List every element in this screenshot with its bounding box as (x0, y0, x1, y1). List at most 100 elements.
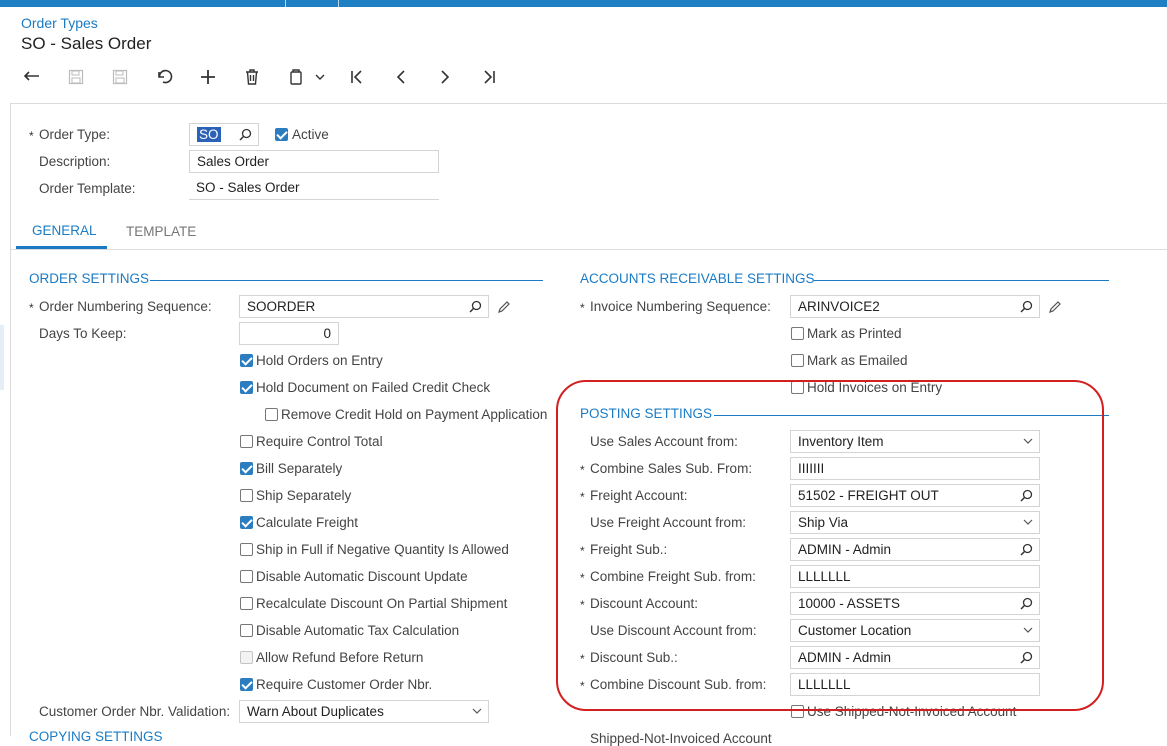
use-shipped-not-invoiced-label: Use Shipped-Not-Invoiced Account (807, 704, 1017, 719)
add-icon (201, 70, 215, 84)
required-marker: * (580, 490, 585, 504)
active-checkbox[interactable] (275, 128, 288, 141)
search-icon (1020, 597, 1033, 610)
posting-row-lookup[interactable]: 51502 - FREIGHT OUT (790, 484, 1040, 507)
posting-row-label: Use Sales Account from: (590, 434, 738, 449)
mark-printed-checkbox[interactable] (791, 327, 804, 340)
disable-tax-calc-checkbox[interactable] (240, 624, 253, 637)
cancel-icon (158, 69, 173, 84)
posting-row-input[interactable]: LLLLLLL (790, 565, 1040, 588)
order-type-value: SO (197, 127, 221, 142)
use-shipped-not-invoiced-checkbox[interactable] (791, 705, 804, 718)
order-numbering-value: SOORDER (247, 299, 316, 314)
topbar-separator (338, 0, 339, 7)
required-marker: * (580, 544, 585, 558)
remove-credit-hold-checkbox[interactable] (265, 408, 278, 421)
posting-row-value: Ship Via (798, 515, 849, 530)
copying-settings-title: COPYING SETTINGS (29, 729, 163, 744)
require-control-total-checkbox[interactable] (240, 435, 253, 448)
hold-orders-label: Hold Orders on Entry (256, 353, 383, 368)
copy-paste-button[interactable] (285, 66, 329, 88)
order-numbering-label: Order Numbering Sequence: (39, 299, 212, 314)
posting-row-lookup[interactable]: ADMIN - Admin (790, 538, 1040, 561)
invoice-seq-field[interactable]: ARINVOICE2 (790, 295, 1040, 318)
hold-invoices-label: Hold Invoices on Entry (807, 380, 943, 395)
chevron-down-icon (1023, 438, 1033, 444)
days-to-keep-label: Days To Keep: (39, 326, 127, 341)
posting-row-input[interactable]: IIIIIII (790, 457, 1040, 480)
ship-in-full-label: Ship in Full if Negative Quantity Is All… (256, 542, 509, 557)
last-record-button[interactable] (478, 66, 500, 88)
invoice-seq-label: Invoice Numbering Sequence: (590, 299, 771, 314)
posting-row-value: ADMIN - Admin (798, 542, 892, 557)
required-marker: * (580, 652, 585, 666)
tab-template[interactable]: TEMPLATE (126, 224, 196, 239)
order-template-label: Order Template: (39, 181, 136, 196)
order-template-field[interactable]: SO - Sales Order (189, 177, 439, 200)
order-numbering-field[interactable]: SOORDER (239, 295, 489, 318)
required-marker: * (29, 129, 34, 143)
delete-button[interactable] (241, 66, 263, 88)
save-close-icon (68, 69, 84, 85)
edit-icon[interactable] (1048, 300, 1062, 314)
allow-refund-label: Allow Refund Before Return (256, 650, 424, 665)
save-button[interactable] (109, 66, 131, 88)
order-type-field[interactable]: SO (189, 123, 259, 146)
search-icon (1020, 489, 1033, 502)
recalculate-discount-checkbox[interactable] (240, 597, 253, 610)
recalculate-discount-label: Recalculate Discount On Partial Shipment (256, 596, 508, 611)
first-record-button[interactable] (346, 66, 368, 88)
ship-separately-label: Ship Separately (256, 488, 352, 503)
search-icon (239, 128, 252, 141)
posting-row-lookup[interactable]: 10000 - ASSETS (790, 592, 1040, 615)
next-record-button[interactable] (434, 66, 456, 88)
left-edge-indicator (0, 325, 4, 390)
page-title: SO - Sales Order (21, 34, 152, 53)
posting-row-label: Combine Sales Sub. From: (590, 461, 753, 476)
days-to-keep-field[interactable]: 0 (239, 322, 339, 345)
posting-row-select[interactable]: Customer Location (790, 619, 1040, 642)
chevron-down-icon (1023, 519, 1033, 525)
breadcrumb[interactable]: Order Types (21, 15, 98, 31)
validation-select[interactable]: Warn About Duplicates (239, 700, 489, 723)
description-field[interactable]: Sales Order (189, 150, 439, 173)
posting-row-value: Customer Location (798, 623, 912, 638)
description-label: Description: (39, 154, 111, 169)
next-icon (441, 70, 450, 84)
top-navigation-bar (0, 0, 1167, 7)
tab-divider (10, 249, 1167, 250)
required-marker: * (580, 301, 585, 315)
ship-in-full-checkbox[interactable] (240, 543, 253, 556)
posting-row-lookup[interactable]: ADMIN - Admin (790, 646, 1040, 669)
require-customer-order-checkbox[interactable] (240, 678, 253, 691)
chevron-down-icon (472, 708, 482, 714)
disable-discount-update-checkbox[interactable] (240, 570, 253, 583)
mark-emailed-checkbox[interactable] (791, 354, 804, 367)
bill-separately-label: Bill Separately (256, 461, 343, 476)
add-button[interactable] (197, 66, 219, 88)
search-icon (1020, 543, 1033, 556)
disable-tax-calc-label: Disable Automatic Tax Calculation (256, 623, 460, 638)
previous-record-button[interactable] (390, 66, 412, 88)
required-marker: * (580, 679, 585, 693)
delete-icon (246, 69, 258, 85)
calculate-freight-label: Calculate Freight (256, 515, 359, 530)
bill-separately-checkbox[interactable] (240, 462, 253, 475)
hold-invoices-checkbox[interactable] (791, 381, 804, 394)
posting-row-select[interactable]: Inventory Item (790, 430, 1040, 453)
ship-separately-checkbox[interactable] (240, 489, 253, 502)
order-type-label: Order Type: (39, 127, 111, 142)
posting-row-select[interactable]: Ship Via (790, 511, 1040, 534)
calculate-freight-checkbox[interactable] (240, 516, 253, 529)
tab-general[interactable]: GENERAL (32, 223, 97, 238)
edit-icon[interactable] (497, 300, 511, 314)
search-icon (1020, 300, 1033, 313)
hold-orders-checkbox[interactable] (240, 354, 253, 367)
allow-refund-checkbox[interactable] (240, 651, 253, 664)
mark-emailed-label: Mark as Emailed (807, 353, 908, 368)
undo-button[interactable] (21, 66, 43, 88)
posting-row-input[interactable]: LLLLLLL (790, 673, 1040, 696)
save-close-button[interactable] (65, 66, 87, 88)
cancel-button[interactable] (153, 66, 175, 88)
hold-document-checkbox[interactable] (240, 381, 253, 394)
